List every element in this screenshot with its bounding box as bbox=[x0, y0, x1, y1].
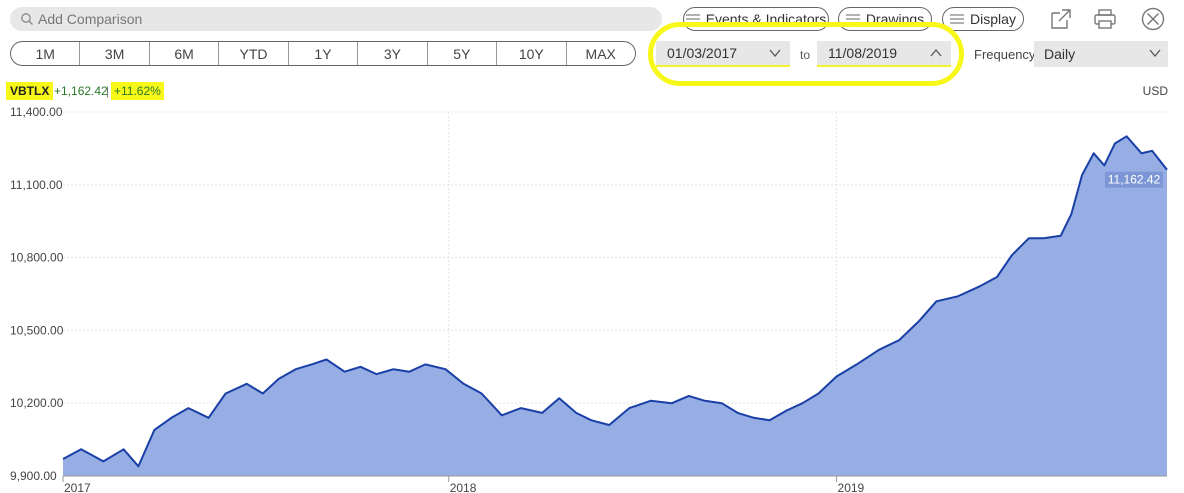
y-tick-label: 11,100.00 bbox=[10, 178, 63, 192]
frequency-select[interactable]: Daily bbox=[1034, 41, 1168, 67]
add-comparison-input[interactable] bbox=[38, 11, 662, 27]
list-icon bbox=[685, 14, 700, 24]
x-tick-label: 2018 bbox=[450, 481, 477, 493]
range-3y-button[interactable]: 3Y bbox=[358, 42, 428, 65]
range-max-button[interactable]: MAX bbox=[567, 42, 635, 65]
close-icon[interactable] bbox=[1140, 7, 1166, 31]
date-range-to-label: to bbox=[800, 48, 811, 62]
y-tick-label: 11,400.00 bbox=[10, 105, 63, 119]
range-1y-button[interactable]: 1Y bbox=[289, 42, 359, 65]
display-button[interactable]: Display bbox=[942, 7, 1024, 31]
frequency-label: Frequency bbox=[974, 47, 1036, 62]
series-area bbox=[63, 136, 1167, 477]
display-label: Display bbox=[970, 11, 1016, 27]
start-date-field[interactable]: 01/03/2017 bbox=[656, 41, 790, 67]
range-10y-button[interactable]: 10Y bbox=[497, 42, 567, 65]
ticker-change: +1,162.42 bbox=[54, 84, 108, 98]
y-tick-label: 10,200.00 bbox=[10, 396, 64, 410]
price-chart[interactable]: 11,400.00 11,100.00 10,800.00 10,500.00 10,2… bbox=[0, 100, 1184, 493]
y-tick-label: 10,500.00 bbox=[10, 323, 64, 337]
x-tick-label: 2017 bbox=[64, 481, 91, 493]
ticker-change-percent: +11.62% bbox=[111, 82, 164, 100]
ticker-symbol: VBTLX bbox=[6, 82, 54, 100]
currency-label: USD bbox=[1142, 84, 1168, 98]
last-value-label: 11,162.42 bbox=[1108, 173, 1161, 187]
drawings-label: Drawings bbox=[865, 11, 925, 27]
range-1m-button[interactable]: 1M bbox=[11, 42, 81, 65]
search-icon bbox=[21, 13, 33, 25]
y-tick-label: 10,800.00 bbox=[10, 251, 64, 265]
drawings-button[interactable]: Drawings bbox=[838, 7, 932, 31]
y-tick-label: 9,900.00 bbox=[10, 469, 57, 483]
events-indicators-button[interactable]: Events & Indicators bbox=[683, 7, 829, 31]
range-ytd-button[interactable]: YTD bbox=[219, 42, 289, 65]
popout-icon[interactable] bbox=[1048, 7, 1074, 31]
print-icon[interactable] bbox=[1092, 7, 1118, 31]
x-tick-label: 2019 bbox=[838, 481, 865, 493]
range-6m-button[interactable]: 6M bbox=[150, 42, 220, 65]
chevron-down-icon bbox=[769, 49, 781, 58]
time-range-selector: 1M 3M 6M YTD 1Y 3Y 5Y 10Y MAX bbox=[10, 41, 636, 66]
end-date-value: 11/08/2019 bbox=[828, 45, 898, 61]
start-date-value: 01/03/2017 bbox=[667, 45, 738, 61]
list-icon bbox=[845, 14, 860, 24]
list-icon bbox=[950, 14, 965, 24]
chevron-down-icon bbox=[1149, 49, 1161, 58]
add-comparison-search[interactable] bbox=[10, 7, 662, 31]
range-5y-button[interactable]: 5Y bbox=[428, 42, 498, 65]
ticker-separator: | bbox=[106, 84, 110, 98]
frequency-value: Daily bbox=[1044, 46, 1076, 62]
range-3m-button[interactable]: 3M bbox=[80, 42, 150, 65]
chevron-up-icon bbox=[930, 48, 942, 57]
end-date-field[interactable]: 11/08/2019 bbox=[817, 41, 951, 67]
events-indicators-label: Events & Indicators bbox=[705, 11, 827, 27]
